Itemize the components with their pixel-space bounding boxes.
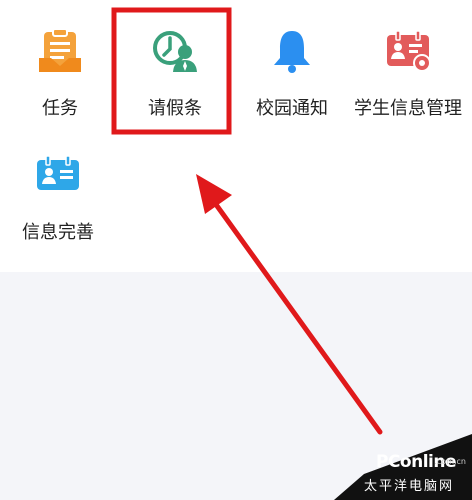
menu-item-campus-notice[interactable]: 校园通知 — [256, 28, 328, 120]
menu-item-info-complete[interactable]: 信息完善 — [22, 152, 94, 244]
id-card-icon — [37, 155, 79, 190]
watermark: PConline .com.cn 太平洋电脑网 — [334, 434, 472, 500]
menu-item-label: 任务 — [42, 98, 78, 119]
menu-item-leave-request[interactable]: 请假条 — [148, 28, 202, 120]
menu-item-label: 信息完善 — [22, 222, 94, 243]
task-clipboard-icon — [39, 28, 81, 72]
menu-item-label: 请假条 — [148, 98, 202, 119]
watermark-cn-name: 太平洋电脑网 — [363, 479, 454, 494]
menu-item-task[interactable]: 任务 — [37, 28, 83, 120]
leave-request-icon — [153, 31, 197, 72]
menu-item-label: 校园通知 — [256, 98, 328, 119]
menu-item-label: 学生信息管理 — [354, 98, 462, 119]
watermark-suffix: .com.cn — [434, 457, 466, 466]
menu-item-student-info[interactable]: 学生信息管理 — [354, 28, 462, 120]
student-card-settings-icon — [387, 30, 431, 72]
bell-icon — [274, 31, 310, 73]
